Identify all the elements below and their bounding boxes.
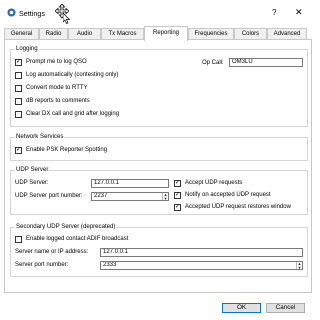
prompt-log-qso-checkbox[interactable]: ✓ bbox=[15, 59, 22, 66]
db-reports-label: dB reports to comments bbox=[26, 98, 90, 104]
settings-app-icon bbox=[7, 8, 16, 17]
convert-rtty-label: Convert mode to RTTY bbox=[26, 85, 88, 91]
adif-broadcast-checkbox[interactable] bbox=[15, 236, 22, 243]
help-button[interactable]: ? bbox=[272, 8, 276, 17]
restore-window-label: Accepted UDP request restores window bbox=[185, 204, 291, 210]
spin-down-icon[interactable]: ▼ bbox=[163, 196, 168, 201]
tab-reporting[interactable]: Reporting bbox=[144, 26, 188, 41]
op-call-label: Op Call: bbox=[202, 60, 224, 66]
secondary-udp-title: Secondary UDP Server (deprecated) bbox=[15, 223, 117, 230]
server-port-spin-buttons[interactable]: ▲ ▼ bbox=[296, 262, 302, 269]
psk-reporter-checkbox[interactable]: ✓ bbox=[15, 147, 22, 154]
server-name-input[interactable]: 127.0.0.1 bbox=[100, 248, 303, 257]
adif-broadcast-label: Enable logged contact ADIF broadcast bbox=[26, 236, 129, 242]
network-services-title: Network Services bbox=[15, 133, 65, 140]
psk-reporter-label: Enable PSK Reporter Spotting bbox=[26, 147, 108, 153]
server-name-label: Server name or IP address: bbox=[15, 249, 89, 255]
reporting-panel: Logging ✓ Prompt me to log QSO Log autom… bbox=[4, 39, 312, 293]
ok-button[interactable]: OK bbox=[222, 303, 261, 313]
server-port-spinbox[interactable]: 2333 ▲ ▼ bbox=[100, 261, 303, 270]
accept-udp-checkbox[interactable]: ✓ bbox=[174, 180, 181, 187]
title-bar: Settings ? ✕ bbox=[0, 0, 316, 26]
udp-server-input[interactable]: 127.0.0.1 bbox=[91, 179, 169, 188]
log-automatically-label: Log automatically (contesting only) bbox=[26, 72, 119, 78]
logging-group-title: Logging bbox=[15, 45, 39, 52]
window-title: Settings bbox=[19, 9, 45, 18]
db-reports-checkbox[interactable] bbox=[15, 98, 22, 105]
cancel-button[interactable]: Cancel bbox=[266, 303, 305, 313]
restore-window-checkbox[interactable]: ✓ bbox=[174, 204, 181, 211]
close-button[interactable]: ✕ bbox=[295, 7, 303, 18]
server-port-value: 2333 bbox=[103, 262, 117, 268]
udp-port-label: UDP Server port number: bbox=[15, 193, 83, 199]
clear-dx-call-checkbox[interactable] bbox=[15, 111, 22, 118]
clear-dx-call-label: Clear DX call and grid after logging bbox=[26, 111, 120, 117]
server-port-label: Server port number: bbox=[15, 262, 69, 268]
prompt-log-qso-label: Prompt me to log QSO bbox=[26, 59, 87, 65]
udp-server-label: UDP Server: bbox=[15, 180, 49, 186]
udp-port-value: 2237 bbox=[94, 193, 108, 199]
udp-port-spin-buttons[interactable]: ▲ ▼ bbox=[162, 193, 168, 200]
spin-down-icon[interactable]: ▼ bbox=[297, 265, 302, 270]
convert-rtty-checkbox[interactable] bbox=[15, 85, 22, 92]
notify-udp-label: Notify on accepted UDP request bbox=[185, 192, 271, 198]
op-call-input[interactable]: OM3LU bbox=[229, 58, 303, 67]
udp-server-title: UDP Server bbox=[15, 166, 50, 173]
notify-udp-checkbox[interactable]: ✓ bbox=[174, 192, 181, 199]
accept-udp-label: Accept UDP requests bbox=[185, 180, 243, 186]
log-automatically-checkbox[interactable] bbox=[15, 72, 22, 79]
udp-port-spinbox[interactable]: 2237 ▲ ▼ bbox=[91, 192, 169, 201]
